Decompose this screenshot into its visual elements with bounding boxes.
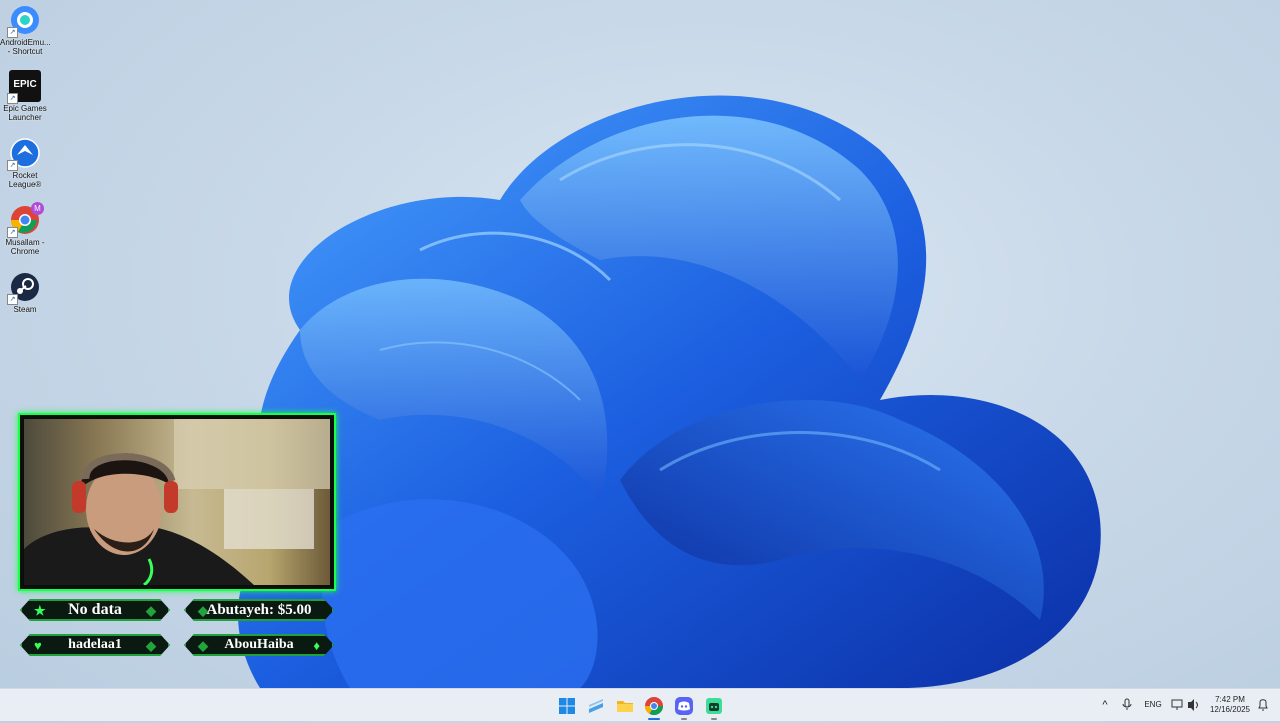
overlay-badge-goal: ★ No data ◆ (20, 599, 170, 621)
desktop-icon-label: Epic Games Launcher (3, 104, 47, 122)
desktop-icon-chrome-profile[interactable]: M ↗ Musallam - Chrome (0, 202, 50, 256)
steam-icon: ↗ (7, 271, 41, 305)
webcam-overlay (18, 413, 336, 591)
notifications-button[interactable] (1256, 689, 1270, 721)
bell-icon (1258, 699, 1268, 711)
shortcut-arrow-icon: ↗ (7, 294, 18, 305)
shortcut-arrow-icon: ↗ (7, 27, 18, 38)
epic-games-icon: EPIC ↗ (7, 70, 41, 104)
desktop-icon-label: AndroidEmu... - Shortcut (0, 38, 51, 56)
chrome-profile-icon: M ↗ (7, 202, 44, 238)
microphone-icon (1122, 698, 1132, 710)
windows-logo-icon (559, 698, 575, 714)
chrome-icon (645, 697, 663, 716)
desktop-icon-label: Rocket League® (8, 171, 42, 189)
donation-icon: ◆ (198, 603, 208, 618)
chrome-button[interactable] (643, 695, 665, 720)
android-emulator-icon: ↗ (7, 4, 41, 38)
show-hidden-icons-button[interactable]: ^ (1098, 689, 1112, 721)
shortcut-arrow-icon: ↗ (7, 93, 18, 104)
desktop-icon-rocket-league[interactable]: ↗ Rocket League® (0, 137, 50, 189)
overlay-badge-subscriber: ◆ AbouHaiba ♦ (184, 634, 334, 656)
volume-icon (1188, 699, 1198, 711)
rocket-league-icon: ↗ (7, 137, 41, 171)
app-button[interactable] (703, 695, 725, 720)
discord-icon (675, 697, 693, 715)
network-icon (1171, 699, 1183, 710)
badge-text: AbouHaiba (224, 637, 294, 652)
overlay-badge-donation: ◆ Abutayeh: $5.00 (184, 599, 334, 621)
widgets-icon (589, 699, 603, 713)
badge-text: Abutayeh: $5.00 (206, 601, 312, 618)
desktop-icon-steam[interactable]: ↗ Steam (0, 271, 50, 314)
heart-icon: ♥ (34, 638, 42, 653)
desktop-icon-android-emulator[interactable]: ↗ AndroidEmu... - Shortcut (0, 4, 51, 56)
badge-text: hadelaa1 (68, 637, 122, 652)
microphone-button[interactable] (1120, 689, 1134, 721)
desktop-icon-label: Musallam - Chrome (5, 238, 45, 256)
input-language-button[interactable]: ENG (1142, 689, 1164, 721)
folder-icon (617, 701, 633, 712)
epic-logo-text: EPIC (13, 79, 37, 90)
clock-time: 7:42 PM (1215, 695, 1245, 704)
badge-text: No data (68, 601, 122, 618)
volume-button[interactable] (1186, 689, 1200, 721)
robot-app-icon (706, 698, 722, 714)
shortcut-arrow-icon: ↗ (7, 227, 18, 238)
sparkle-icon: ◆ (146, 638, 156, 653)
file-explorer-button[interactable] (614, 695, 636, 717)
sparkle-icon: ◆ (146, 603, 156, 618)
network-button[interactable] (1170, 689, 1184, 721)
chevron-up-icon: ^ (1102, 699, 1108, 711)
language-label: ENG (1144, 700, 1162, 709)
sparkle-icon: ◆ (198, 638, 208, 653)
taskbar: ^ ENG 7:42 PM 12/16/2025 (0, 688, 1280, 721)
webcam-feed (24, 419, 330, 585)
desktop-icon-label: Steam (13, 305, 37, 314)
diamond-icon: ♦ (313, 638, 320, 653)
profile-badge: M (31, 202, 44, 215)
star-icon: ★ (34, 603, 46, 618)
clock-button[interactable]: 7:42 PM 12/16/2025 (1204, 689, 1256, 721)
discord-button[interactable] (673, 695, 695, 720)
webcam-person-image (24, 419, 330, 585)
shortcut-arrow-icon: ↗ (7, 160, 18, 171)
desktop-icon-epic-games[interactable]: EPIC ↗ Epic Games Launcher (0, 70, 50, 122)
widgets-button[interactable] (585, 695, 607, 717)
clock-date: 12/16/2025 (1209, 705, 1251, 714)
overlay-badge-follower: ♥ hadelaa1 ◆ (20, 634, 170, 656)
start-button[interactable] (556, 695, 578, 717)
